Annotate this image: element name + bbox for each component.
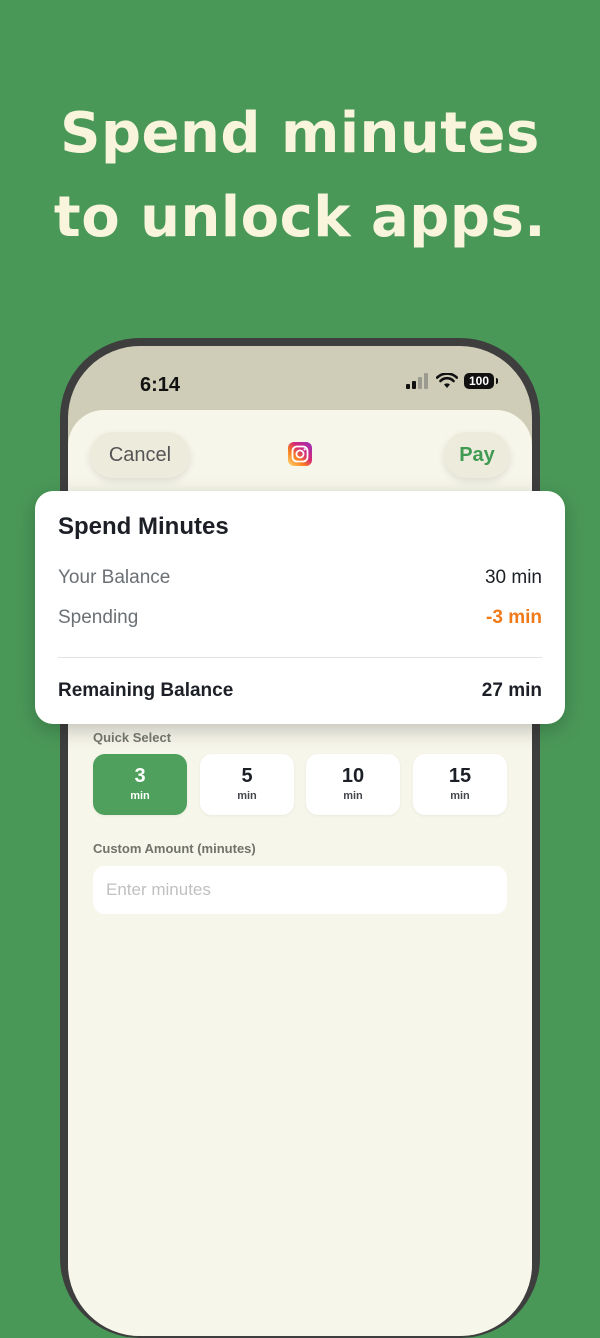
headline-line-1: Spend minutes <box>60 101 540 166</box>
quick-option-unit: min <box>130 790 150 802</box>
spending-label: Spending <box>58 607 139 628</box>
quick-option-value: 5 <box>241 765 253 787</box>
quick-option-value: 15 <box>448 765 472 787</box>
instagram-icon <box>288 442 312 466</box>
spend-summary-card: Spend Minutes Your Balance 30 min Spendi… <box>35 491 565 724</box>
quick-option-value: 10 <box>341 765 365 787</box>
quick-select-label: Quick Select <box>93 730 172 745</box>
quick-option-unit: min <box>237 790 257 802</box>
phone-frame: 6:14 100 Cancel Pay <box>60 338 540 1338</box>
quick-option-unit: min <box>450 790 470 802</box>
spending-row: Spending -3 min <box>58 607 542 629</box>
headline-line-2: to unlock apps. <box>53 185 547 250</box>
card-title: Spend Minutes <box>58 513 229 540</box>
balance-value: 30 min <box>484 567 542 588</box>
custom-amount-label: Custom Amount (minutes) <box>93 841 256 856</box>
quick-option-15[interactable]: 15 min <box>413 754 507 815</box>
balance-row: Your Balance 30 min <box>58 567 542 589</box>
quick-option-unit: min <box>343 790 363 802</box>
remaining-row: Remaining Balance 27 min <box>58 680 542 702</box>
custom-minutes-input[interactable] <box>93 866 507 914</box>
spending-value: -3 min <box>486 607 542 628</box>
battery-icon: 100 <box>464 373 498 389</box>
wifi-icon <box>436 373 458 388</box>
cellular-signal-icon <box>406 373 428 389</box>
quick-option-value: 3 <box>134 765 146 787</box>
headline: Spend minutes to unlock apps. <box>0 92 600 260</box>
quick-option-10[interactable]: 10 min <box>306 754 400 815</box>
remaining-label: Remaining Balance <box>58 680 234 701</box>
pay-button[interactable]: Pay <box>444 432 510 478</box>
cancel-button[interactable]: Cancel <box>90 432 190 478</box>
battery-level: 100 <box>468 374 490 388</box>
quick-option-3[interactable]: 3 min <box>93 754 187 815</box>
balance-label: Your Balance <box>58 567 171 588</box>
quick-option-5[interactable]: 5 min <box>200 754 294 815</box>
status-icons: 100 <box>406 370 498 392</box>
remaining-value: 27 min <box>481 680 542 701</box>
status-time: 6:14 <box>140 374 181 396</box>
divider <box>58 657 542 658</box>
